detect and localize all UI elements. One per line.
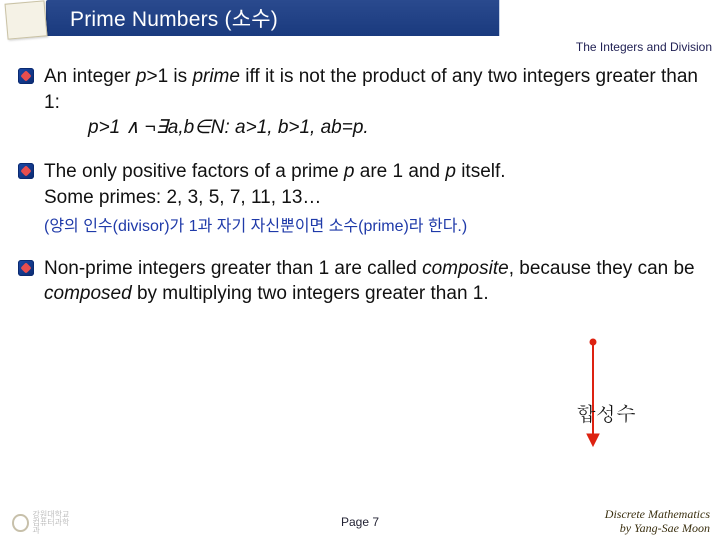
bullet-item-2: The only positive factors of a prime p a… — [18, 159, 702, 238]
text: by multiplying two integers greater than… — [132, 283, 489, 304]
bullet-item-1: An integer p>1 is prime iff it is not th… — [18, 64, 702, 141]
bullet-item-3: Non-prime integers greater than 1 are ca… — [18, 256, 702, 307]
bullet-icon — [18, 68, 34, 84]
text: >1 is — [146, 66, 192, 87]
course-credit: Discrete Mathematics by Yang-Sae Moon — [605, 508, 710, 536]
university-logo: 강원대학교컴퓨터과학과 — [12, 512, 72, 534]
clip-decoration — [0, 0, 58, 42]
text: Non-prime integers greater than 1 are ca… — [44, 258, 422, 279]
slide-header: Prime Numbers (소수) The Integers and Divi… — [0, 0, 720, 42]
slide-content: An integer p>1 is prime iff it is not th… — [18, 64, 702, 490]
logo-icon — [12, 514, 29, 532]
var-p: p — [136, 66, 147, 87]
var-p: p — [344, 161, 355, 182]
text: An integer — [44, 66, 136, 87]
paper-icon — [5, 0, 48, 39]
text: itself. — [456, 161, 506, 182]
bullet-icon — [18, 260, 34, 276]
math-line: p>1 ∧ ¬∃a,b∈N: a>1, b>1, ab=p. — [44, 115, 702, 141]
course-title: Discrete Mathematics — [605, 508, 710, 522]
section-label: The Integers and Division — [576, 40, 712, 54]
text: are 1 and — [355, 161, 446, 182]
em-prime: prime — [192, 66, 240, 87]
logo-text: 강원대학교컴퓨터과학과 — [33, 511, 72, 535]
text: The only positive factors of a prime — [44, 161, 344, 182]
primes-list: Some primes: 2, 3, 5, 7, 11, 13… — [44, 185, 702, 211]
annotation-label: 합성수 — [576, 399, 636, 426]
course-author: by Yang-Sae Moon — [605, 522, 710, 536]
slide-title: Prime Numbers (소수) — [70, 3, 278, 33]
annotation-arrow — [573, 336, 613, 456]
var-p: p — [445, 161, 456, 182]
em-composite: composite — [422, 258, 509, 279]
slide-footer: 강원대학교컴퓨터과학과 Page 7 Discrete Mathematics … — [0, 504, 720, 540]
title-bar: Prime Numbers (소수) — [46, 0, 720, 36]
em-composed: composed — [44, 283, 132, 304]
korean-note: (양의 인수(divisor)가 1과 자기 자신뿐이면 소수(prime)라 … — [44, 216, 702, 238]
bullet-icon — [18, 163, 34, 179]
text: , because they can be — [509, 258, 695, 279]
